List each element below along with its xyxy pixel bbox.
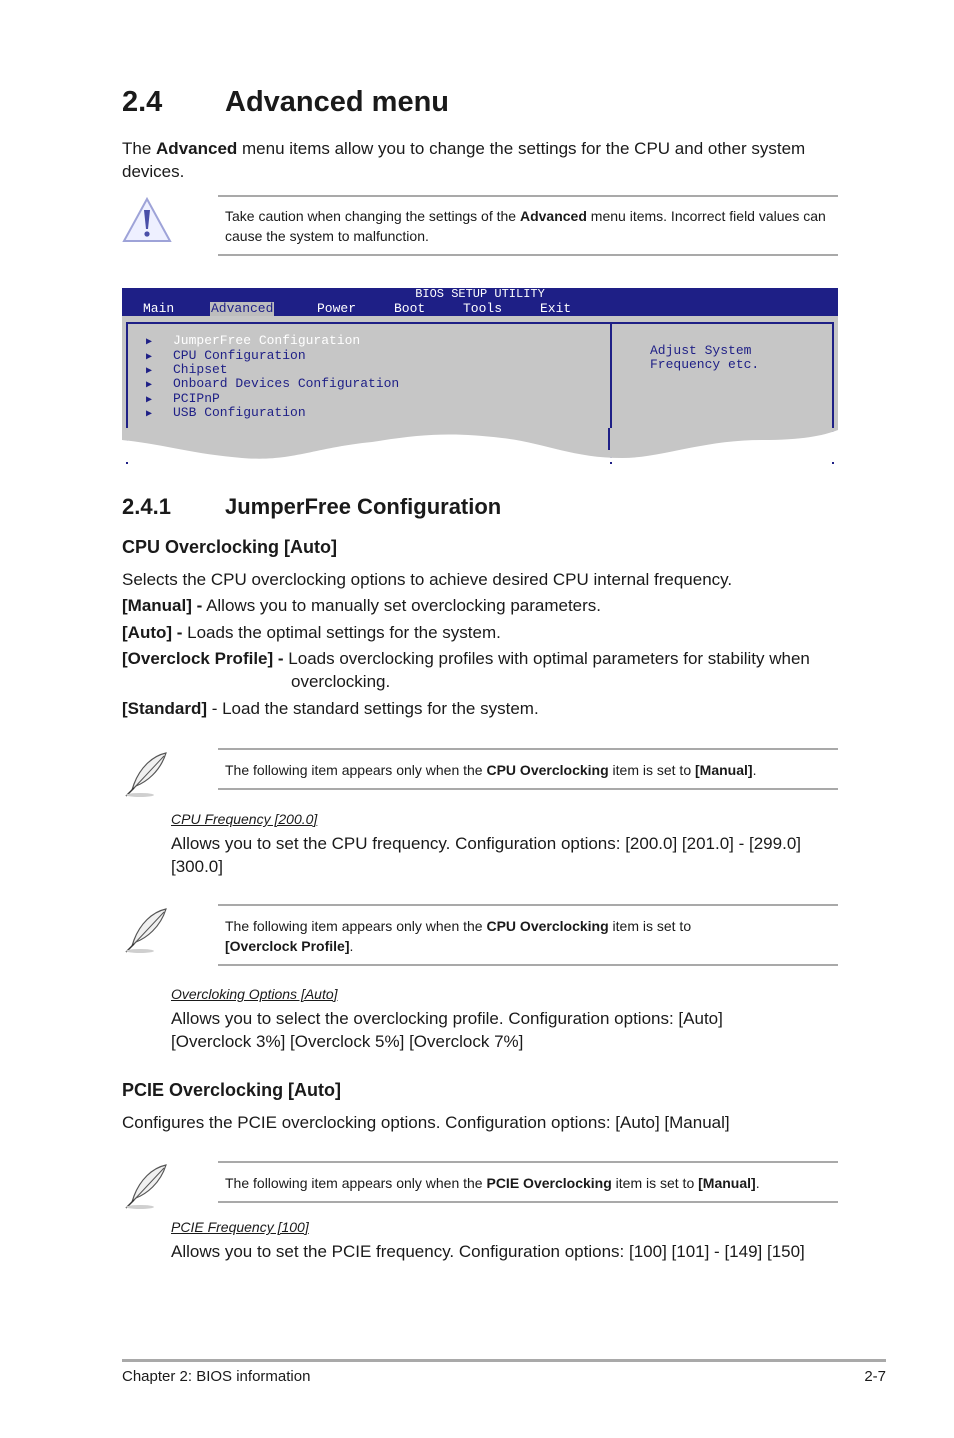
- note-post: .: [752, 762, 757, 778]
- option-overclock-profile-cont: overclocking.: [291, 672, 391, 691]
- note-bold: PCIE Overclocking: [486, 1175, 612, 1191]
- note-bold2: [Overclock Profile]: [225, 938, 350, 954]
- caution-bottom-rule: [218, 254, 838, 256]
- bios-item-label: CPU Configuration: [173, 348, 306, 363]
- bios-menu-advanced[interactable]: Advanced: [210, 302, 275, 316]
- section-title: 2.4 Advanced menu: [122, 86, 449, 119]
- note-pre: The following item appears only when the: [225, 762, 487, 778]
- cpu-overclocking-desc: Selects the CPU overclocking options to …: [122, 570, 733, 589]
- option-label: [Standard]: [122, 699, 207, 718]
- pcie-overclocking-heading: PCIE Overclocking [Auto]: [122, 1080, 342, 1100]
- warning-triangle-icon: [122, 196, 172, 242]
- note-feather-icon: [125, 908, 167, 953]
- note2-top-rule: [218, 904, 838, 906]
- note2-text: The following item appears only when the…: [225, 916, 745, 956]
- note-mid: item is set to: [608, 762, 695, 778]
- bios-item-label: Chipset: [173, 362, 228, 377]
- overclocking-options-desc: Allows you to select the overclocking pr…: [171, 1009, 723, 1051]
- option-text: - Load the standard settings for the sys…: [207, 699, 539, 718]
- bios-screenshot: BIOS SETUP UTILITY Main Advanced Power B…: [122, 287, 838, 464]
- note-pre: The following item appears only when the: [225, 918, 487, 934]
- note-bold: CPU Overclocking: [486, 918, 609, 934]
- bios-item-label: USB Configuration: [173, 405, 306, 420]
- intro-bold: Advanced: [156, 139, 238, 158]
- bios-item-label: JumperFree Configuration: [173, 333, 361, 348]
- note-mid: item is set to: [611, 1175, 699, 1191]
- option-overclock-profile: [Overclock Profile] - Loads overclocking…: [122, 647, 810, 670]
- note3-text: The following item appears only when the…: [225, 1173, 835, 1193]
- intro-paragraph: The Advanced menu items allow you to cha…: [122, 137, 832, 183]
- bios-menu-exit[interactable]: Exit: [540, 302, 571, 316]
- cpu-frequency-desc: Allows you to set the CPU frequency. Con…: [171, 834, 801, 876]
- note1-text: The following item appears only when the…: [225, 760, 835, 780]
- footer-rule: [122, 1359, 886, 1362]
- bios-title: BIOS SETUP UTILITY: [415, 287, 545, 301]
- option-label: [Overclock Profile] -: [122, 649, 284, 668]
- section-title-text: Advanced menu: [225, 86, 449, 118]
- option-manual: [Manual] - Allows you to manually set ov…: [122, 594, 601, 617]
- pcie-overclocking-desc: Configures the PCIE overclocking options…: [122, 1113, 730, 1132]
- caution-pre: Take caution when changing the settings …: [225, 208, 520, 224]
- note1-top-rule: [218, 748, 838, 750]
- option-text: Allows you to manually set overclocking …: [202, 596, 602, 615]
- bios-item-label: Onboard Devices Configuration: [173, 376, 400, 391]
- note-bold: CPU Overclocking: [486, 762, 609, 778]
- torn-edge-graphic: [122, 428, 838, 462]
- overclocking-options-title: Overcloking Options [Auto]: [171, 986, 338, 1002]
- note1-bottom-rule: [218, 788, 838, 790]
- submenu-arrow-icon: ▶: [146, 409, 153, 420]
- cpu-overclocking-heading: CPU Overclocking [Auto]: [122, 537, 338, 557]
- note-bold2: [Manual]: [698, 1175, 756, 1191]
- note-feather-icon: [125, 1164, 167, 1209]
- option-label: [Manual] -: [122, 596, 203, 615]
- bios-help-line: Adjust System: [650, 343, 752, 358]
- submenu-arrow-icon: ▶: [146, 337, 153, 348]
- bios-menu-main[interactable]: Main: [143, 302, 174, 316]
- subsection-number: 2.4.1: [122, 494, 171, 519]
- note-mid: item is set to: [608, 918, 692, 934]
- cpu-frequency-title: CPU Frequency [200.0]: [171, 811, 318, 827]
- bios-menu-tools[interactable]: Tools: [463, 302, 502, 316]
- bios-item-usb-configuration[interactable]: ▶ USB Configuration: [146, 406, 306, 422]
- bios-menu-power[interactable]: Power: [317, 302, 356, 316]
- option-label: [Auto] -: [122, 623, 183, 642]
- note-bold2: [Manual]: [695, 762, 753, 778]
- caution-text: Take caution when changing the settings …: [225, 206, 835, 246]
- bios-item-label: PCIPnP: [173, 391, 220, 406]
- pcie-frequency-desc: Allows you to set the PCIE frequency. Co…: [171, 1242, 805, 1261]
- note3-top-rule: [218, 1161, 838, 1163]
- option-text: Loads overclocking profiles with optimal…: [283, 649, 810, 668]
- option-text: Loads the optimal settings for the syste…: [182, 623, 501, 642]
- option-auto: [Auto] - Loads the optimal settings for …: [122, 621, 501, 644]
- section-number: 2.4: [122, 86, 163, 118]
- subsection-title: 2.4.1 JumperFree Configuration: [122, 494, 501, 520]
- caution-top-rule: [218, 195, 838, 197]
- bios-menu-boot[interactable]: Boot: [394, 302, 425, 316]
- footer-page-number: 2-7: [864, 1368, 886, 1385]
- note-feather-icon: [125, 752, 167, 797]
- caution-bold: Advanced: [519, 208, 587, 224]
- bios-help-text: Adjust System Frequency etc.: [650, 344, 759, 372]
- option-standard: [Standard] - Load the standard settings …: [122, 697, 539, 720]
- submenu-arrow-icon: ▶: [146, 380, 153, 391]
- note2-bottom-rule: [218, 964, 838, 966]
- note-post: .: [349, 938, 354, 954]
- bios-help-line: Frequency etc.: [650, 357, 760, 372]
- note-pre: The following item appears only when the: [225, 1175, 487, 1191]
- subsection-title-text: JumperFree Configuration: [225, 494, 502, 519]
- note-post: .: [755, 1175, 760, 1191]
- footer-chapter: Chapter 2: BIOS information: [122, 1368, 311, 1385]
- note3-bottom-rule: [218, 1201, 838, 1203]
- intro-pre: The: [122, 139, 157, 158]
- pcie-frequency-title: PCIE Frequency [100]: [171, 1219, 309, 1235]
